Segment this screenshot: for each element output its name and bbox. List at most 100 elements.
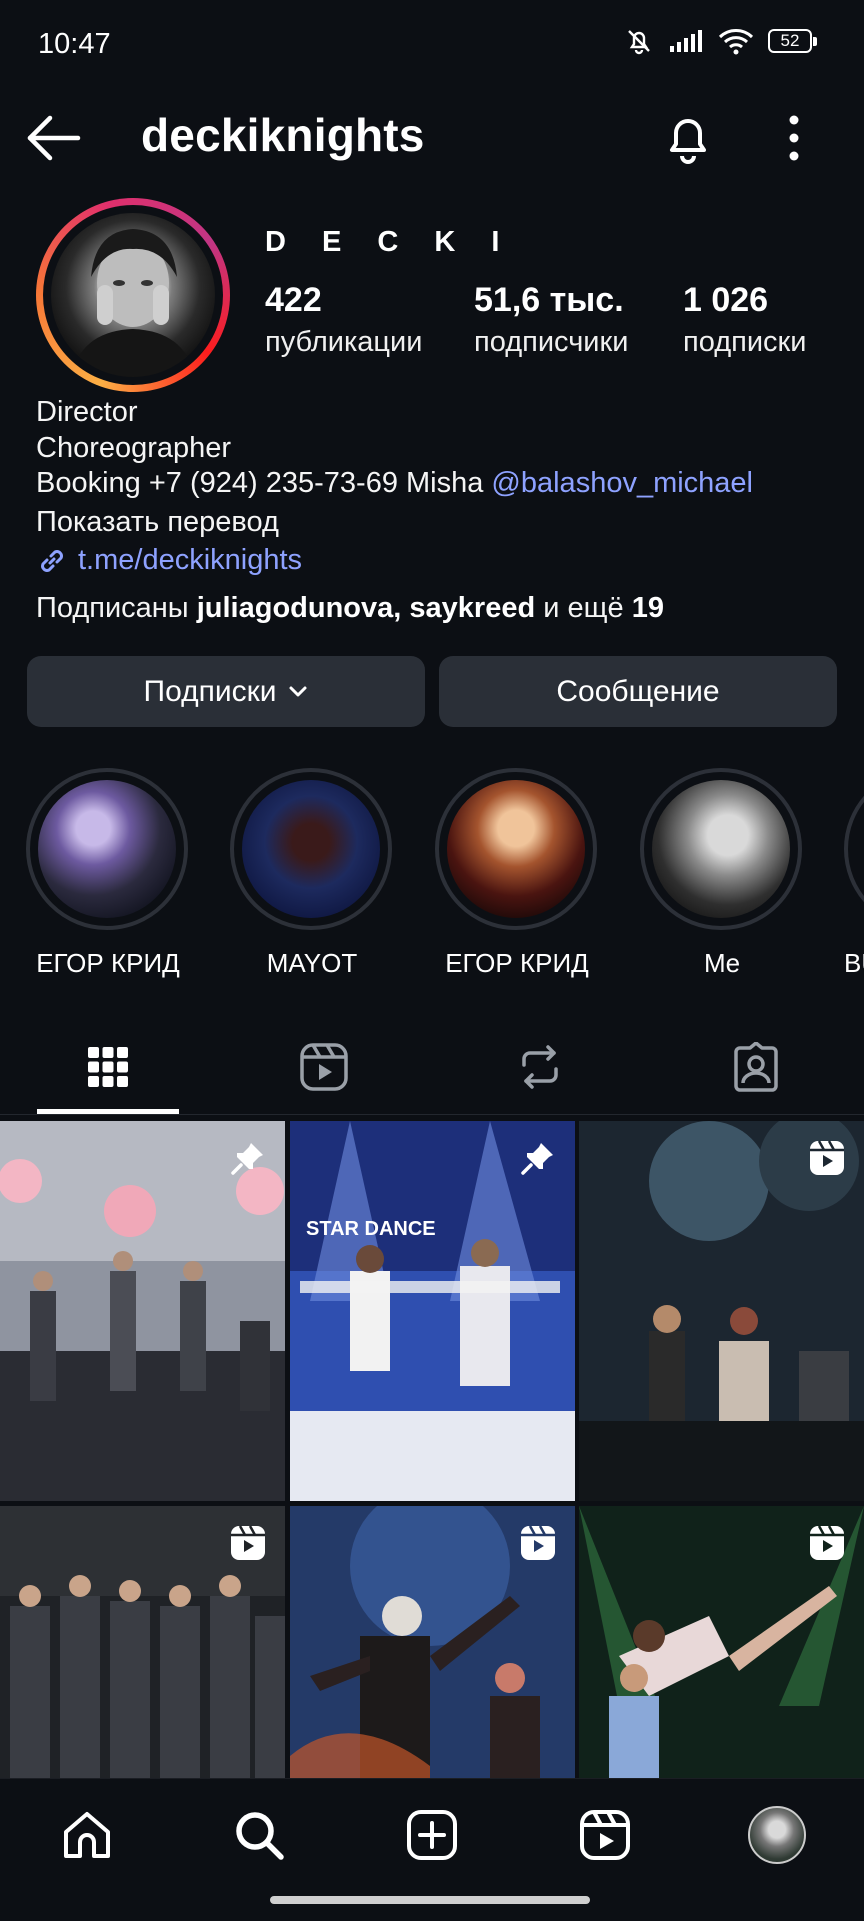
followers-count: 51,6 тыс. [474, 281, 624, 319]
back-arrow-icon [27, 115, 81, 161]
highlight-cover [242, 780, 380, 918]
followed-by-separator: , [393, 592, 410, 624]
highlight-cover [652, 780, 790, 918]
show-translation-link[interactable]: Показать перевод [36, 506, 279, 539]
post-thumbnail [579, 1121, 864, 1501]
chevron-down-icon [289, 686, 307, 696]
grid-post[interactable] [579, 1506, 864, 1778]
wifi-icon [718, 29, 754, 55]
tab-reposts[interactable] [432, 1022, 648, 1112]
nav-home-button[interactable] [52, 1800, 122, 1870]
highlight-ring [640, 768, 802, 930]
tab-tagged[interactable] [648, 1022, 864, 1112]
tab-grid[interactable] [0, 1022, 216, 1112]
followed-by-mid: и ещё [535, 592, 632, 624]
reel-icon [810, 1140, 844, 1175]
nav-reels-button[interactable] [570, 1800, 640, 1870]
highlight-label: Me [703, 948, 741, 978]
following-count: 1 026 [683, 281, 769, 319]
followers-label: подписчики [474, 326, 629, 358]
followed-by-count: 19 [631, 592, 664, 624]
profile-avatar-story-ring[interactable] [36, 198, 230, 392]
following-label: подписки [683, 326, 807, 358]
tab-divider [0, 1114, 864, 1115]
nav-search-button[interactable] [224, 1800, 294, 1870]
following-button-label: Подписки [143, 674, 277, 708]
following-button[interactable]: Подписки [27, 656, 425, 727]
post-thumbnail [290, 1121, 575, 1501]
grid-post[interactable] [0, 1121, 285, 1501]
bio-line-3: Booking +7 (924) 235-73-69 Misha @balash… [36, 467, 753, 500]
pin-icon [231, 1143, 263, 1175]
highlight-label: BU [844, 948, 864, 978]
reels-icon [300, 1043, 348, 1091]
avatar-ring-gap [43, 205, 223, 385]
highlight-item-partial[interactable]: BU [844, 768, 864, 998]
avatar-portrait [71, 229, 195, 377]
highlight-label: MAYOT [266, 948, 358, 978]
repost-icon [522, 1045, 558, 1089]
grid-icon [88, 1047, 128, 1087]
home-icon [64, 1812, 110, 1858]
more-options-button[interactable] [776, 112, 812, 164]
posts-count-stat[interactable]: 422 публикации [265, 281, 422, 359]
highlight-ring [844, 768, 864, 930]
highlight-item[interactable]: ЕГОР КРИД [435, 768, 599, 979]
highlight-ring [26, 768, 188, 930]
post-thumbnail [0, 1121, 285, 1501]
status-icons: 52 [624, 26, 817, 56]
status-time: 10:47 [38, 28, 111, 60]
display-name: D E C K I [265, 226, 514, 258]
highlight-ring [435, 768, 597, 930]
message-button-label: Сообщение [556, 674, 720, 708]
tab-reels[interactable] [216, 1022, 432, 1112]
reel-icon [810, 1525, 844, 1560]
nav-profile-button[interactable] [742, 1800, 812, 1870]
create-icon [407, 1810, 457, 1860]
profile-avatar-photo [51, 213, 215, 377]
mute-icon [628, 30, 650, 55]
link-icon [41, 549, 63, 572]
followed-by-user-2: saykreed [409, 592, 536, 624]
reel-icon [231, 1525, 265, 1560]
signal-icon [670, 30, 702, 52]
highlight-ring [230, 768, 392, 930]
followed-by-prefix: Подписаны [36, 592, 197, 624]
highlight-label: ЕГОР КРИД [445, 948, 589, 978]
gesture-home-indicator[interactable] [270, 1896, 590, 1904]
highlight-item[interactable]: ЕГОР КРИД [26, 768, 190, 979]
grid-post[interactable] [579, 1121, 864, 1501]
bio-mention-link[interactable]: @balashov_michael [491, 467, 753, 499]
bio-booking-text: Booking +7 (924) 235-73-69 Misha [36, 467, 492, 499]
search-icon [236, 1812, 284, 1860]
battery-indicator: 52 [768, 29, 817, 53]
highlight-item[interactable]: MAYOT [230, 768, 394, 979]
profile-avatar-thumbnail [748, 1806, 806, 1864]
bio-line-1: Director [36, 396, 138, 428]
pin-icon [521, 1143, 553, 1175]
notifications-button[interactable] [660, 110, 716, 166]
bio-external-link[interactable]: t.me/deckiknights [36, 544, 302, 577]
bio-line-2: Choreographer [36, 432, 232, 464]
reels-icon [580, 1810, 630, 1860]
grid-post[interactable] [290, 1506, 575, 1778]
profile-username: deckiknights [141, 109, 425, 161]
grid-post[interactable]: STAR DANCE [290, 1121, 575, 1501]
bio-link-text: t.me/deckiknights [78, 544, 303, 576]
post-overlay-text: STAR DANCE [306, 1218, 436, 1240]
followed-by-user-1: juliagodunova [196, 592, 394, 624]
highlight-label: ЕГОР КРИД [36, 948, 180, 978]
back-button[interactable] [24, 108, 84, 168]
tagged-icon [734, 1042, 778, 1092]
highlight-cover [38, 780, 176, 918]
battery-level: 52 [780, 31, 800, 50]
reel-icon [521, 1525, 555, 1560]
highlight-item[interactable]: Me [640, 768, 804, 979]
nav-create-button[interactable] [397, 1800, 467, 1870]
posts-label: публикации [265, 326, 423, 358]
posts-count: 422 [265, 281, 322, 319]
following-count-stat[interactable]: 1 026 подписки [683, 281, 806, 359]
message-button[interactable]: Сообщение [439, 656, 837, 727]
followed-by-row[interactable]: Подписаны juliagodunova, saykreed и ещё … [36, 592, 664, 625]
followers-count-stat[interactable]: 51,6 тыс. подписчики [474, 281, 628, 359]
